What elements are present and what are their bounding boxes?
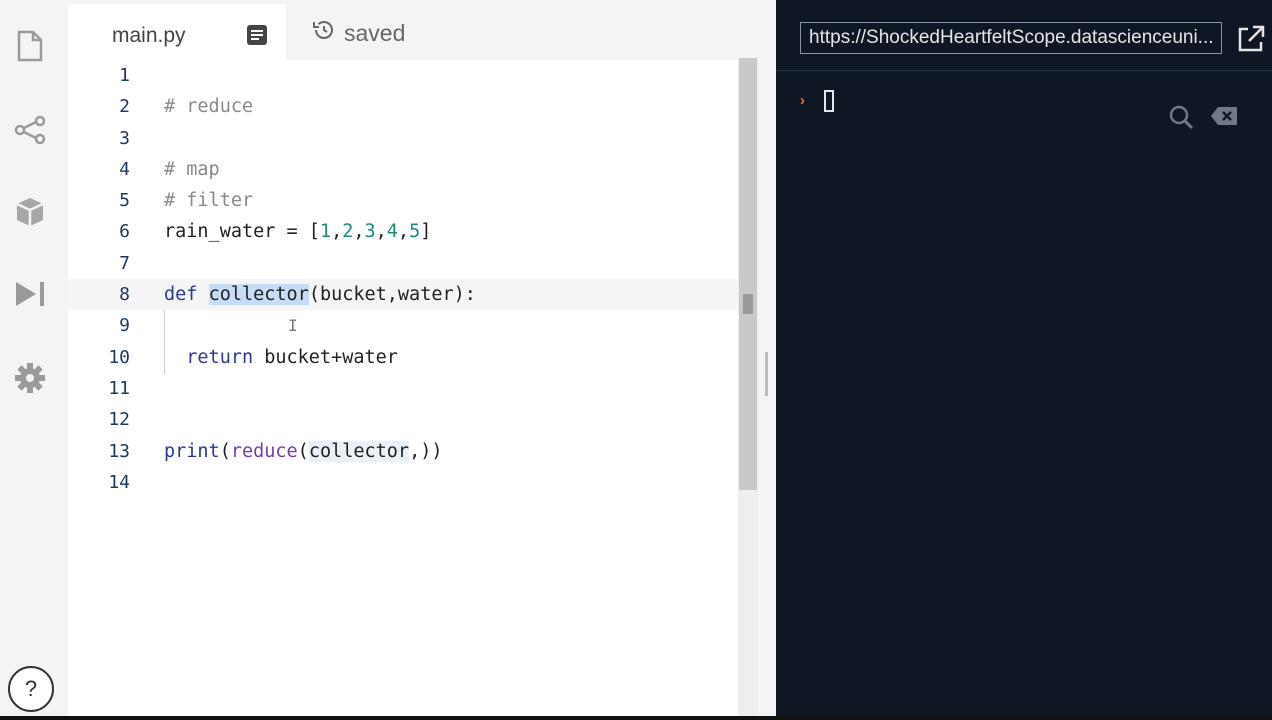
code-line-13: print(reduce(collector,)) — [164, 440, 443, 462]
run-icon[interactable] — [14, 278, 46, 310]
text-cursor-icon: I — [288, 316, 298, 335]
resize-handle[interactable] — [765, 352, 768, 396]
code-text: ,)) — [409, 440, 443, 462]
save-status: saved — [312, 18, 405, 48]
repl-url-field[interactable]: https://ShockedHeartfeltScope.datascienc… — [800, 22, 1222, 54]
line-number: 6 — [119, 221, 130, 243]
line-number: 4 — [119, 158, 130, 180]
line-number: 13 — [108, 440, 130, 462]
code-comment: # filter — [164, 190, 254, 212]
format-icon[interactable] — [246, 24, 268, 51]
scrollbar-thumb[interactable] — [739, 58, 757, 490]
line-number: 5 — [119, 190, 130, 212]
line-number: 3 — [119, 127, 130, 149]
editor-tab-bar: main.py saved — [68, 0, 758, 60]
code-text: rain_water = [ — [164, 221, 320, 243]
line-number: 14 — [108, 471, 130, 493]
line-number: 7 — [119, 252, 130, 274]
code-line-2: # reduce — [164, 91, 476, 122]
file-icon[interactable] — [14, 30, 46, 62]
code-line-10: return bucket+water — [164, 342, 476, 373]
scrollbar-grip — [743, 294, 753, 314]
line-number: 10 — [108, 346, 130, 368]
code-text: (bucket,water): — [308, 284, 476, 306]
console-pane[interactable]: https://ShockedHeartfeltScope.datascienc… — [776, 0, 1272, 716]
code-number: 4 — [386, 221, 398, 243]
code-keyword: def — [164, 284, 198, 306]
code-line-4: # map — [164, 154, 476, 185]
editor-scrollbar[interactable] — [738, 58, 758, 716]
line-number: 11 — [108, 377, 130, 399]
code-area[interactable]: 1 2 3 4 5 6 7 8 9 10 11 12 13 14 # reduc… — [68, 60, 738, 716]
code-number: 5 — [409, 221, 421, 243]
tab-file-name: main.py — [112, 24, 186, 47]
open-external-icon[interactable] — [1236, 24, 1266, 59]
code-selection: collector — [208, 284, 309, 306]
save-status-label: saved — [344, 19, 406, 46]
code-number: 3 — [364, 221, 376, 243]
sidebar: ? — [0, 0, 60, 720]
console-caret — [824, 90, 834, 112]
code-lines: # reduce # map # filter rain_water = [1,… — [164, 60, 476, 498]
prompt-chevron-icon: › — [800, 92, 805, 109]
line-number: 1 — [119, 65, 130, 86]
line-number: 12 — [108, 409, 130, 431]
code-builtin-reduce: reduce — [230, 440, 298, 462]
line-number: 9 — [119, 315, 130, 337]
line-number-gutter: 1 2 3 4 5 6 7 8 9 10 11 12 13 14 — [68, 60, 130, 498]
help-button[interactable]: ? — [8, 666, 54, 712]
code-line-8: def collector(bucket,water): — [164, 279, 476, 310]
code-comment: # map — [164, 158, 220, 180]
line-number: 8 — [119, 284, 130, 306]
code-line-5: # filter — [164, 185, 476, 216]
help-label: ? — [24, 676, 38, 701]
console-header: https://ShockedHeartfeltScope.datascienc… — [776, 0, 1272, 71]
search-icon[interactable] — [1168, 104, 1194, 135]
history-icon — [312, 18, 336, 48]
code-text: bucket+water — [253, 346, 398, 368]
bottom-edge — [0, 716, 1272, 720]
code-number: 1 — [319, 221, 332, 243]
share-icon[interactable] — [14, 114, 46, 146]
code-keyword: return — [186, 346, 254, 368]
line-number: 2 — [119, 96, 130, 118]
code-builtin-print: print — [164, 440, 220, 462]
tab-main-py[interactable]: main.py — [68, 4, 286, 60]
code-number: 2 — [342, 221, 354, 243]
gear-icon[interactable] — [14, 362, 46, 394]
code-comment: # reduce — [164, 96, 254, 118]
package-icon[interactable] — [14, 196, 46, 228]
clear-console-icon[interactable] — [1210, 106, 1238, 131]
code-line-6: rain_water = [1,2,3,4,5] — [164, 221, 432, 243]
code-occurrence-highlight: collector — [308, 440, 410, 462]
